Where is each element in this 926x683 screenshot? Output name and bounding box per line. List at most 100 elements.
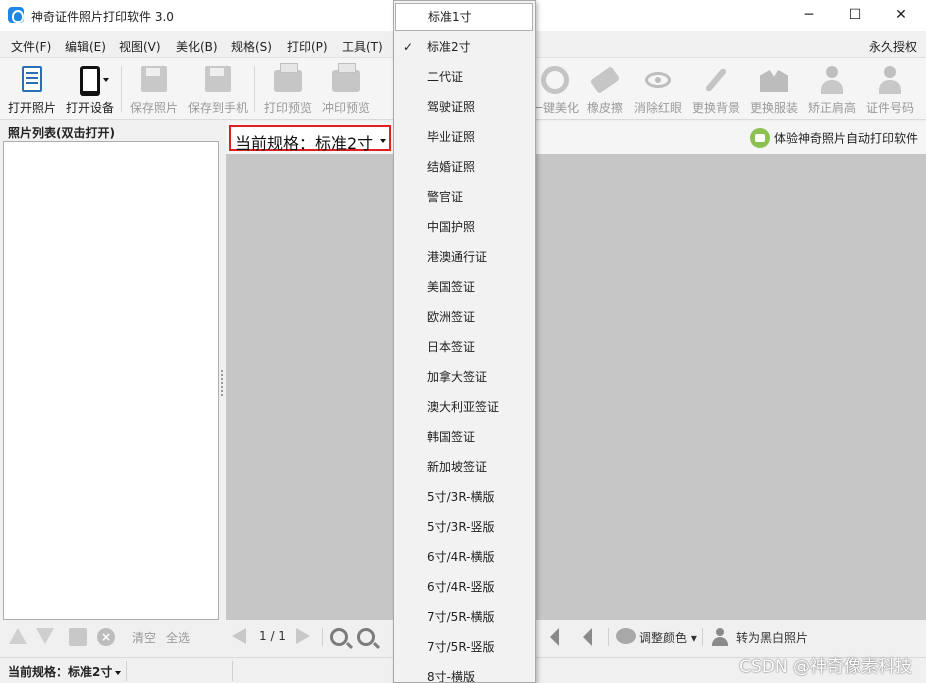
menu-spec[interactable]: 规格(S) bbox=[231, 38, 272, 55]
delete-icon[interactable] bbox=[69, 628, 87, 646]
photo-list-header: 照片列表(双击打开) bbox=[0, 122, 224, 140]
license-link[interactable]: 永久授权 bbox=[869, 38, 917, 55]
replace-background-button[interactable]: 更换背景 bbox=[690, 58, 742, 120]
open-photo-button[interactable]: 打开照片 bbox=[6, 58, 58, 120]
status-separator bbox=[126, 661, 127, 681]
zoom-out-icon[interactable] bbox=[357, 628, 375, 646]
replace-clothes-button[interactable]: 更换服装 bbox=[748, 58, 800, 120]
eraser-icon bbox=[589, 65, 621, 95]
move-up-icon[interactable] bbox=[9, 628, 27, 644]
open-device-dropdown-icon[interactable] bbox=[103, 78, 109, 82]
remove-circle-icon[interactable]: × bbox=[97, 628, 115, 646]
save-to-phone-button[interactable]: 保存到手机 bbox=[188, 58, 248, 120]
brush-icon bbox=[704, 67, 728, 93]
fix-shoulder-button[interactable]: 矫正肩高 bbox=[806, 58, 858, 120]
palette-icon bbox=[616, 628, 636, 644]
spec-option-us-visa[interactable]: 美国签证 bbox=[394, 272, 535, 302]
eye-icon bbox=[645, 72, 671, 88]
photo-canvas[interactable] bbox=[226, 154, 926, 620]
spec-bar: 当前规格：标准2寸 体验神奇照片自动打印软件 bbox=[226, 122, 926, 154]
spec-option-korea-visa[interactable]: 韩国签证 bbox=[394, 422, 535, 452]
menu-beautify[interactable]: 美化(B) bbox=[176, 38, 218, 55]
save-icon bbox=[141, 66, 167, 92]
photo-list-title: 照片列表(双击打开) bbox=[8, 126, 115, 140]
next-page-icon[interactable] bbox=[296, 628, 310, 644]
beauty-icon bbox=[541, 66, 569, 94]
spec-option-japan-visa[interactable]: 日本签证 bbox=[394, 332, 535, 362]
id-number-button[interactable]: 证件号码 bbox=[864, 58, 916, 120]
spec-option-standard-2inch[interactable]: ✓ 标准2寸 bbox=[394, 32, 535, 62]
spec-option-5inch-portrait[interactable]: 5寸/3R-竖版 bbox=[394, 512, 535, 542]
photo-list[interactable] bbox=[3, 141, 219, 620]
close-button[interactable]: ✕ bbox=[878, 0, 924, 31]
photo-list-footer: × 清空 全选 bbox=[0, 620, 224, 653]
spec-option-police[interactable]: 警官证 bbox=[394, 182, 535, 212]
suit-icon bbox=[760, 70, 788, 92]
spec-option-6inch-landscape[interactable]: 6寸/4R-横版 bbox=[394, 542, 535, 572]
print-preview-button[interactable]: 打印预览 bbox=[262, 58, 314, 120]
menu-view[interactable]: 视图(V) bbox=[119, 38, 161, 55]
printer-icon bbox=[274, 63, 302, 92]
menu-file[interactable]: 文件(F) bbox=[11, 38, 51, 55]
clear-button[interactable]: 清空 bbox=[132, 629, 156, 646]
shoulder-icon bbox=[820, 66, 844, 94]
spec-option-7inch-portrait[interactable]: 7寸/5R-竖版 bbox=[394, 632, 535, 662]
spec-option-standard-1inch[interactable]: 标准1寸 bbox=[395, 3, 533, 31]
menu-print[interactable]: 打印(P) bbox=[287, 38, 328, 55]
spec-option-7inch-landscape[interactable]: 7寸/5R-横版 bbox=[394, 602, 535, 632]
view-footer: 1 / 1 调整颜色 ▾ 转为黑白照片 bbox=[226, 620, 926, 653]
splitter-grip-icon bbox=[221, 370, 223, 396]
zoom-in-icon[interactable] bbox=[330, 628, 348, 646]
spec-option-canada-visa[interactable]: 加拿大签证 bbox=[394, 362, 535, 392]
spec-option-hk-macau-pass[interactable]: 港澳通行证 bbox=[394, 242, 535, 272]
page-indicator: 1 / 1 bbox=[259, 629, 286, 643]
red-eye-button[interactable]: 消除红眼 bbox=[632, 58, 684, 120]
current-spec-label: 当前规格：标准2寸 bbox=[235, 134, 374, 153]
spec-dropdown-menu: 标准1寸 ✓ 标准2寸 二代证 驾驶证照 毕业证照 结婚证照 警官证 中国护照 港… bbox=[393, 0, 536, 683]
open-device-button[interactable]: 打开设备 bbox=[64, 58, 116, 120]
maximize-button[interactable]: ☐ bbox=[832, 0, 878, 31]
status-separator bbox=[232, 661, 233, 681]
spec-option-id-card[interactable]: 二代证 bbox=[394, 62, 535, 92]
spec-option-singapore-visa[interactable]: 新加坡签证 bbox=[394, 452, 535, 482]
open-photo-icon bbox=[22, 66, 42, 92]
person-icon bbox=[712, 628, 728, 646]
minimize-button[interactable]: ─ bbox=[786, 0, 832, 31]
promo-link[interactable]: 体验神奇照片自动打印软件 bbox=[749, 128, 918, 148]
spec-option-8inch-landscape[interactable]: 8寸-横版 bbox=[394, 662, 535, 682]
watermark: CSDN @神奇像素科技 bbox=[739, 657, 912, 677]
spec-option-china-passport[interactable]: 中国护照 bbox=[394, 212, 535, 242]
prev-page-icon[interactable] bbox=[232, 628, 246, 644]
current-spec-selector[interactable]: 当前规格：标准2寸 bbox=[229, 125, 391, 153]
select-all-button[interactable]: 全选 bbox=[166, 629, 190, 646]
chevron-down-icon bbox=[115, 670, 122, 675]
adjust-color-button[interactable]: 调整颜色 ▾ bbox=[639, 629, 697, 646]
move-down-icon[interactable] bbox=[36, 628, 54, 644]
spec-option-australia-visa[interactable]: 澳大利亚签证 bbox=[394, 392, 535, 422]
spec-option-europe-visa[interactable]: 欧洲签证 bbox=[394, 302, 535, 332]
panel-splitter[interactable] bbox=[219, 122, 226, 657]
status-spec-selector[interactable]: 当前规格：标准2寸 bbox=[8, 663, 122, 680]
wash-preview-button[interactable]: 冲印预览 bbox=[320, 58, 372, 120]
promo-icon bbox=[749, 128, 770, 148]
spec-option-driver-license[interactable]: 驾驶证照 bbox=[394, 92, 535, 122]
spec-option-5inch-landscape[interactable]: 5寸/3R-横版 bbox=[394, 482, 535, 512]
app-logo-icon bbox=[8, 7, 24, 23]
spec-option-graduation[interactable]: 毕业证照 bbox=[394, 122, 535, 152]
spec-option-6inch-portrait[interactable]: 6寸/4R-竖版 bbox=[394, 572, 535, 602]
check-icon: ✓ bbox=[403, 40, 414, 54]
footer-separator bbox=[702, 628, 703, 646]
save-photo-button[interactable]: 保存照片 bbox=[128, 58, 180, 120]
flip-vertical-icon[interactable] bbox=[583, 628, 592, 646]
flip-horizontal-icon[interactable] bbox=[550, 628, 559, 646]
id-person-icon bbox=[878, 66, 902, 94]
photo-printer-icon bbox=[332, 63, 360, 92]
footer-separator bbox=[322, 628, 323, 646]
convert-bw-button[interactable]: 转为黑白照片 bbox=[736, 629, 808, 646]
chevron-down-icon bbox=[380, 139, 386, 143]
menu-edit[interactable]: 编辑(E) bbox=[65, 38, 106, 55]
spec-option-marriage[interactable]: 结婚证照 bbox=[394, 152, 535, 182]
menu-tools[interactable]: 工具(T) bbox=[342, 38, 383, 55]
phone-icon bbox=[80, 66, 100, 96]
window-title: 神奇证件照片打印软件 3.0 bbox=[31, 10, 174, 24]
